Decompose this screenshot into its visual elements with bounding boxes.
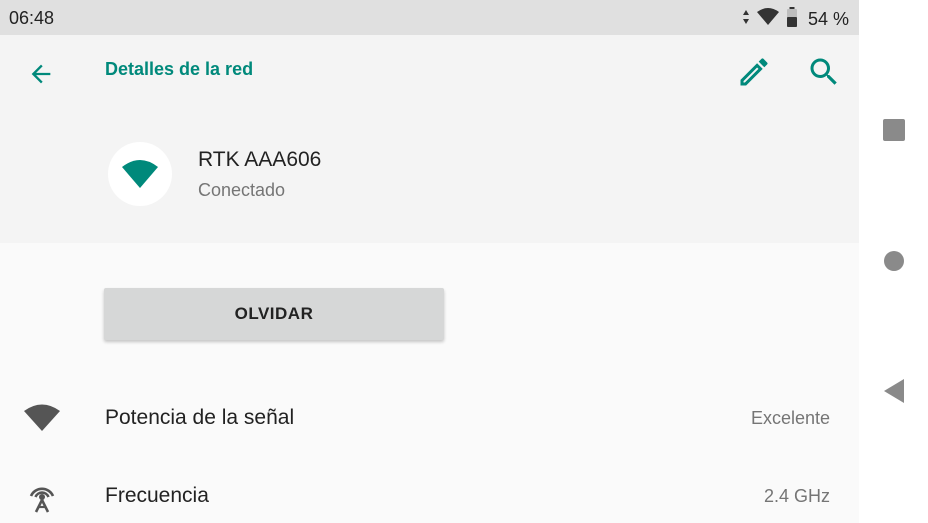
search-icon (810, 58, 837, 85)
network-header: Detalles de la red RTK AAA606 Conectado (0, 35, 859, 243)
back-triangle-icon (884, 379, 904, 403)
screen: 06:48 54 % Detalles de la red RTK AAA606… (0, 0, 859, 523)
home-button[interactable] (873, 240, 915, 282)
detail-row-frequency[interactable]: Frecuencia 2.4 GHz (0, 466, 859, 523)
wifi-signal-icon (22, 398, 62, 438)
edit-button[interactable] (736, 54, 772, 90)
detail-row-signal[interactable]: Potencia de la señal Excelente (0, 388, 859, 448)
antenna-icon (22, 476, 62, 516)
recents-button[interactable] (873, 109, 915, 151)
network-name: RTK AAA606 (198, 148, 322, 171)
wifi-signal-icon (756, 8, 780, 31)
search-button[interactable] (806, 54, 842, 90)
forget-button[interactable]: OLVIDAR (104, 288, 444, 340)
recents-square-icon (883, 119, 905, 141)
battery-percent: 54 % (807, 9, 849, 29)
wifi-icon (122, 160, 158, 188)
home-circle-icon (884, 251, 904, 271)
page-title: Detalles de la red (105, 59, 254, 79)
status-time: 06:48 (9, 8, 55, 28)
detail-label: Potencia de la señal (105, 406, 295, 429)
system-nav-bar (859, 0, 928, 523)
network-status: Conectado (198, 180, 286, 200)
detail-value: 2.4 GHz (763, 486, 830, 506)
network-icon-badge (108, 142, 172, 206)
data-arrows-icon (742, 9, 750, 30)
arrow-left-icon (31, 64, 51, 84)
nav-back-button[interactable] (873, 370, 915, 412)
back-button[interactable] (24, 57, 58, 91)
status-icons: 54 % (742, 7, 849, 32)
battery-icon (786, 7, 798, 32)
pencil-icon (740, 58, 768, 86)
status-bar: 06:48 54 % (0, 0, 859, 35)
detail-value: Excelente (750, 408, 830, 428)
detail-label: Frecuencia (105, 484, 209, 507)
